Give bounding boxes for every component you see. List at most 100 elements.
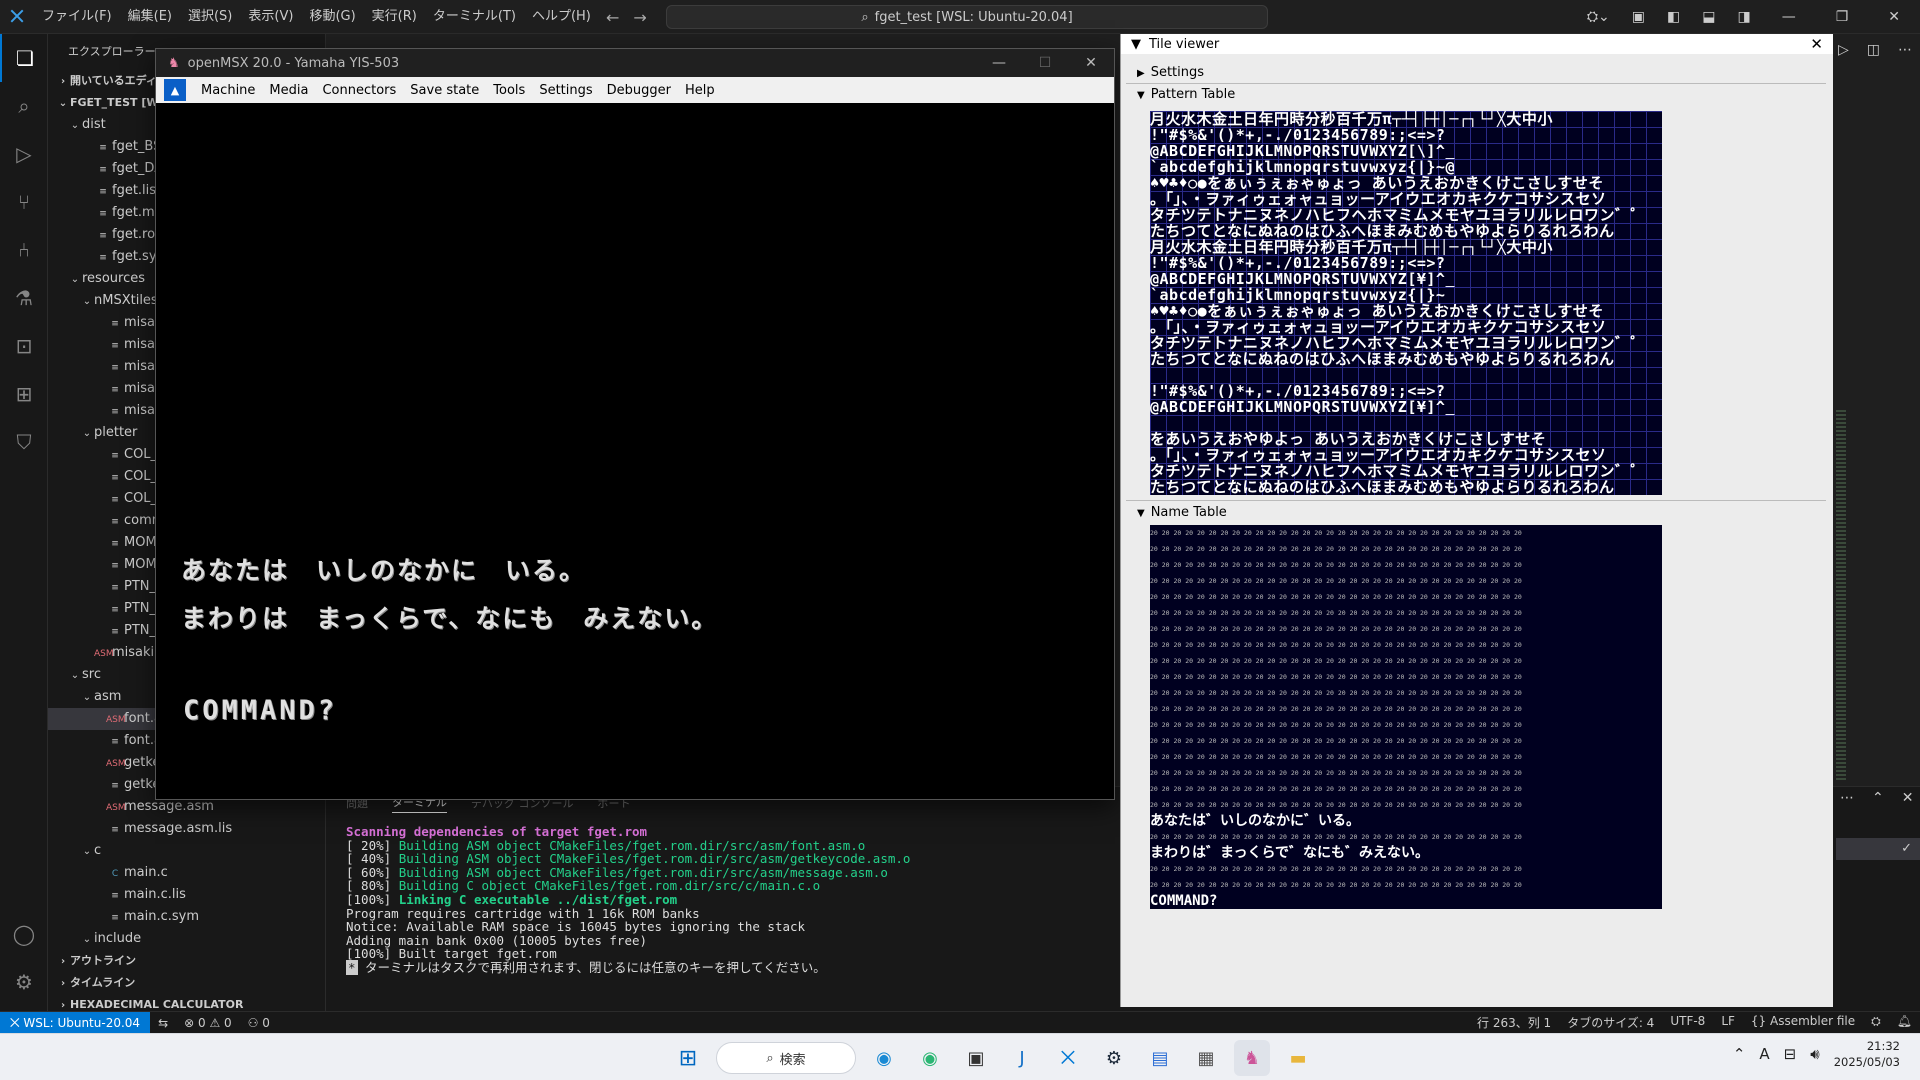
openmsx-menu-item[interactable]: Tools	[486, 83, 532, 98]
name-table-section[interactable]: ▼ Name Table	[1121, 502, 1227, 524]
cursor-position[interactable]: 行 263、列 1	[1469, 1014, 1559, 1031]
toggle-secondary-icon[interactable]: ◨	[1726, 9, 1761, 25]
chevron-up-icon[interactable]: ⌃	[1733, 1045, 1746, 1063]
toggle-sidebar-icon[interactable]: ◧	[1656, 9, 1691, 25]
close-icon[interactable]: ✕	[1868, 9, 1920, 25]
clock[interactable]: 21:32 2025/05/03	[1834, 1038, 1900, 1070]
volume-icon[interactable]: 🔊︎	[1810, 1045, 1819, 1063]
eol[interactable]: LF	[1713, 1014, 1743, 1031]
back-arrow-icon[interactable]: ←	[606, 8, 619, 27]
run-debug-icon[interactable]: ▷	[0, 130, 48, 178]
file-explorer-icon[interactable]: ▬	[1280, 1040, 1316, 1076]
tree-row[interactable]: ⌄ c	[48, 840, 325, 862]
sync-icon[interactable]: ⇆	[150, 1016, 176, 1030]
openmsx-menu-item[interactable]: Media	[262, 83, 315, 98]
chevron-down-icon: ⌄	[58, 98, 68, 109]
openmsx-menu-item[interactable]: Save state	[403, 83, 486, 98]
encoding[interactable]: UTF-8	[1662, 1014, 1713, 1031]
edge-dev-icon[interactable]: ◉	[912, 1040, 948, 1076]
network-icon[interactable]: ⊟	[1784, 1045, 1797, 1063]
windows-start-icon[interactable]: ⊞	[670, 1040, 706, 1076]
close-panel-icon[interactable]: ✕	[1902, 790, 1914, 806]
tree-row[interactable]: ⌄ include	[48, 928, 325, 950]
more-icon[interactable]: ⋯	[1840, 790, 1854, 806]
maximize-icon[interactable]: ☐	[1022, 55, 1068, 71]
wsl-icon[interactable]: ⛉	[0, 418, 48, 466]
remote-explorer-icon[interactable]: ⊡	[0, 322, 48, 370]
tree-row[interactable]: ≡ message.asm.lis	[48, 818, 325, 840]
split-editor-icon[interactable]: ◫	[1867, 42, 1880, 58]
problems-indicator[interactable]: ⊗ 0 ⚠ 0	[176, 1016, 240, 1030]
minimap[interactable]	[1836, 410, 1846, 780]
steam-icon[interactable]: ⚙	[1096, 1040, 1132, 1076]
menu-item[interactable]: 表示(V)	[240, 9, 301, 24]
file-file-icon: ≡	[111, 451, 119, 461]
tree-row[interactable]: › HEXADECIMAL CALCULATOR	[48, 994, 325, 1011]
file-file-icon: ≡	[111, 583, 119, 593]
menu-item[interactable]: ターミナル(T)	[425, 9, 524, 24]
explorer-icon[interactable]: ❏	[0, 34, 48, 82]
terminal-icon[interactable]: ▣	[958, 1040, 994, 1076]
openmsx-menu-item[interactable]: Connectors	[315, 83, 403, 98]
close-icon[interactable]: ✕	[1810, 35, 1823, 53]
menu-item[interactable]: 実行(R)	[364, 9, 425, 24]
forward-arrow-icon[interactable]: →	[633, 8, 646, 27]
tree-row[interactable]: › アウトライン	[48, 950, 325, 972]
ports-indicator[interactable]: ⚇ 0	[240, 1016, 278, 1030]
pattern-row: タチツテトナニヌネノハヒフヘホマミムメモヤユヨラリルレロワン゛゜	[1150, 335, 1647, 351]
tree-row[interactable]: ≡ main.c.lis	[48, 884, 325, 906]
openmsx-icon[interactable]: ♞	[1234, 1040, 1270, 1076]
pattern-table-view[interactable]: 月火水木金土日年円時分秒百千万π┬┴┤├┼│─┌┐└┘╳大中小 !"#$%&'(…	[1150, 111, 1662, 495]
account-icon[interactable]: ◯	[0, 910, 48, 958]
remote-indicator[interactable]: ⨉ WSL: Ubuntu-20.04	[0, 1011, 151, 1034]
tree-row[interactable]: Cmain.c	[48, 862, 325, 884]
source-control-icon[interactable]: ⑂	[0, 178, 48, 226]
joplin-icon[interactable]: J	[1004, 1040, 1040, 1076]
name-row-hex: 20 20 20 20 20 20 20 20 20 20 20 20 20 2…	[1150, 673, 1522, 681]
testing-icon[interactable]: ⚗	[0, 274, 48, 322]
layout-icon[interactable]: ▣	[1621, 9, 1656, 25]
ime-icon[interactable]: A	[1759, 1045, 1769, 1063]
run-icon[interactable]: ▷	[1838, 42, 1849, 58]
pattern-table-section[interactable]: ▼ Pattern Table	[1121, 84, 1833, 106]
menu-item[interactable]: ファイル(F)	[34, 9, 120, 24]
menu-item[interactable]: 選択(S)	[180, 9, 240, 24]
terminal-list-item[interactable]: ✓	[1836, 838, 1920, 860]
openmsx-menu-item[interactable]: Settings	[532, 83, 599, 98]
name-table-view[interactable]: 20 20 20 20 20 20 20 20 20 20 20 20 20 2…	[1150, 525, 1662, 909]
openmsx-menu-item[interactable]: Debugger	[600, 83, 678, 98]
command-center[interactable]: ⌕ fget_test [WSL: Ubuntu-20.04]	[666, 5, 1268, 29]
settings-gear-icon[interactable]: ⚙	[0, 958, 48, 1006]
copilot-status-icon[interactable]: ⛭	[1863, 1014, 1889, 1031]
settings-section[interactable]: ▶ Settings	[1121, 62, 1833, 84]
extensions-icon[interactable]: ⊞	[0, 370, 48, 418]
menu-item[interactable]: ヘルプ(H)	[524, 9, 599, 24]
collapse-icon[interactable]: ▼	[1131, 37, 1141, 52]
menu-item[interactable]: 移動(G)	[301, 9, 363, 24]
toggle-panel-icon[interactable]: ⬓	[1691, 9, 1726, 25]
maximize-panel-icon[interactable]: ⌃	[1872, 790, 1884, 806]
tree-row[interactable]: › タイムライン	[48, 972, 325, 994]
copilot-icon[interactable]: ⛭⌄	[1576, 9, 1621, 25]
minimize-icon[interactable]: —	[976, 55, 1022, 71]
notepad-icon[interactable]: ▤	[1142, 1040, 1178, 1076]
language-mode[interactable]: {} Assembler file	[1743, 1014, 1863, 1031]
bell-icon[interactable]: 🔔︎	[1889, 1014, 1920, 1031]
minimize-icon[interactable]: —	[1762, 9, 1816, 25]
taskbar-search[interactable]: ⌕ 検索	[716, 1042, 856, 1074]
calculator-icon[interactable]: ▦	[1188, 1040, 1224, 1076]
vscode-icon[interactable]: ⨉	[1050, 1040, 1086, 1076]
tab-size[interactable]: タブのサイズ: 4	[1559, 1014, 1662, 1031]
edge-icon[interactable]: ◉	[866, 1040, 902, 1076]
menu-item[interactable]: 編集(E)	[120, 9, 180, 24]
tree-row[interactable]: ≡ main.c.sym	[48, 906, 325, 928]
openmsx-menu-toggle-icon[interactable]: ▲	[164, 79, 186, 101]
git-graph-icon[interactable]: ⑃	[0, 226, 48, 274]
search-icon[interactable]: ⌕	[0, 82, 48, 130]
restore-icon[interactable]: ❐	[1816, 9, 1869, 25]
more-icon[interactable]: ⋯	[1898, 42, 1912, 58]
openmsx-menu-item[interactable]: Help	[678, 83, 722, 98]
openmsx-menu-item[interactable]: Machine	[194, 83, 262, 98]
file-file-icon: ≡	[111, 627, 119, 637]
close-icon[interactable]: ✕	[1068, 55, 1114, 71]
